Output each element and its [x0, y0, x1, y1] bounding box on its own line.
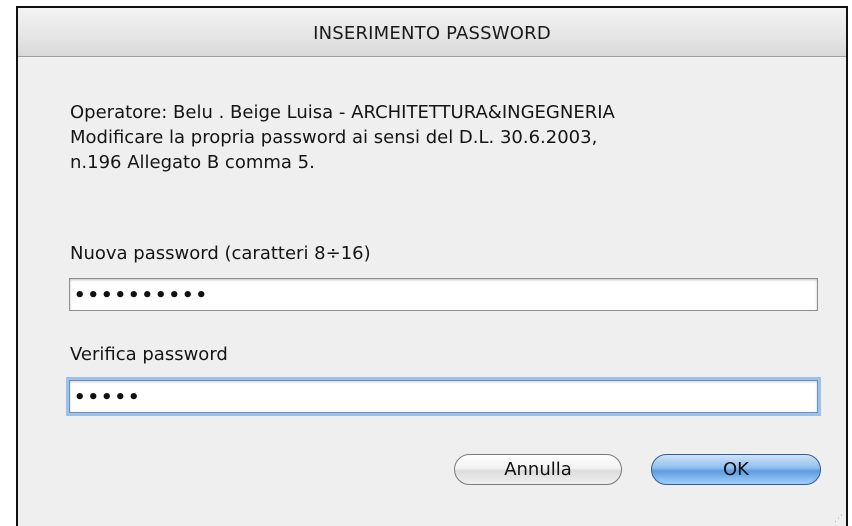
new-password-field[interactable]	[69, 278, 818, 311]
operator-info-text: Operatore: Belu . Beige Luisa - ARCHITET…	[70, 102, 615, 123]
resize-grip-icon[interactable]: ⋰	[834, 514, 844, 524]
screen: INSERIMENTO PASSWORD Operatore: Belu . B…	[0, 0, 852, 526]
instruction-text-continued: n.196 Allegato B comma 5.	[70, 152, 315, 173]
new-password-label: Nuova password (caratteri 8÷16)	[70, 243, 371, 264]
dialog-titlebar[interactable]: INSERIMENTO PASSWORD	[18, 8, 846, 57]
verify-password-label: Verifica password	[70, 344, 228, 365]
ok-button[interactable]: OK	[651, 454, 821, 485]
password-dialog: INSERIMENTO PASSWORD Operatore: Belu . B…	[16, 6, 848, 526]
dialog-title: INSERIMENTO PASSWORD	[313, 23, 551, 44]
cancel-button[interactable]: Annulla	[454, 454, 622, 485]
instruction-text: Modificare la propria password ai sensi …	[70, 127, 598, 148]
verify-password-field[interactable]	[69, 380, 818, 413]
